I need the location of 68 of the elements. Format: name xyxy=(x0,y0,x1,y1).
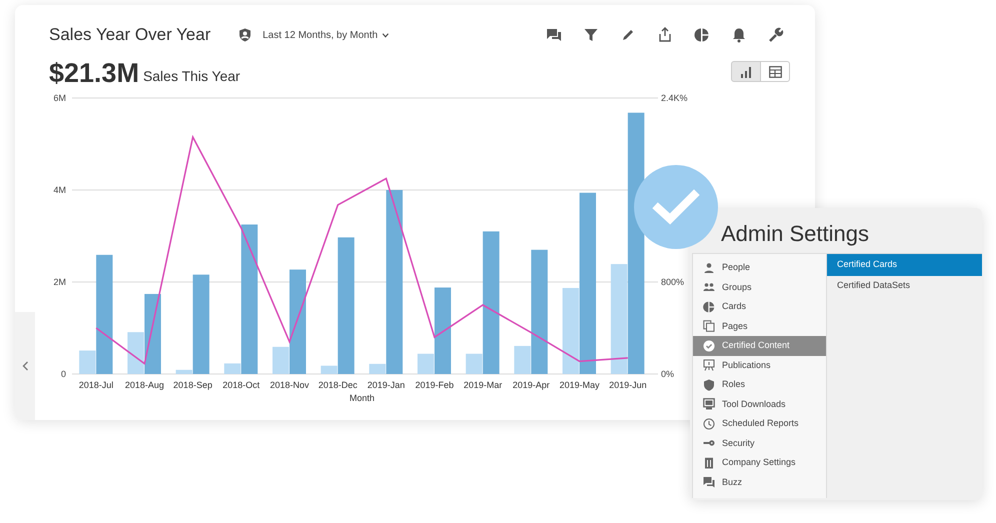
menu-item[interactable]: Publications xyxy=(693,356,826,375)
table-view-button[interactable] xyxy=(760,61,790,82)
axis-label: 2018-Sep xyxy=(173,380,212,390)
submenu-item[interactable]: Certified DataSets xyxy=(827,275,982,297)
chat-button[interactable] xyxy=(545,26,563,44)
presentation-icon xyxy=(703,359,715,372)
badge-check-icon xyxy=(703,340,715,352)
axis-label: 800% xyxy=(661,277,684,287)
axis-title: Month xyxy=(350,393,374,403)
clock-icon xyxy=(703,418,715,430)
menu-item[interactable]: Tool Downloads xyxy=(693,394,826,414)
menu-item[interactable]: Cards xyxy=(693,297,826,316)
wrench-icon xyxy=(768,27,784,43)
building-icon xyxy=(703,456,715,469)
bell-icon xyxy=(731,27,747,43)
menu-item[interactable]: Scheduled Reports xyxy=(693,414,826,434)
axis-label: 6M xyxy=(53,93,66,103)
shield-icon xyxy=(703,378,715,391)
pages-icon xyxy=(703,320,715,332)
chevron-left-icon xyxy=(22,361,28,371)
axis-label: 2018-Jul xyxy=(78,380,114,390)
submenu-item[interactable]: Certified Cards xyxy=(827,254,982,276)
chat-icon xyxy=(546,27,562,43)
filter-button[interactable] xyxy=(582,26,600,44)
axis-label: 2019-May xyxy=(559,380,600,390)
axis-label: 2018-Nov xyxy=(270,380,310,390)
shield-person-icon xyxy=(238,28,252,42)
menu-item[interactable]: People xyxy=(693,258,826,278)
summary-label: Sales This Year xyxy=(143,67,240,86)
monitor-icon xyxy=(703,398,715,410)
checkmark-badge-icon xyxy=(634,165,718,249)
axis-label: 0 xyxy=(60,369,66,379)
axis-label: 2018-Aug xyxy=(124,380,164,390)
axis-label: 2M xyxy=(53,277,66,287)
menu-item[interactable]: Security xyxy=(693,434,826,453)
axis-label: 2019-Mar xyxy=(464,380,502,390)
axis-label: 4M xyxy=(53,185,66,195)
bar-chart-icon xyxy=(740,66,752,78)
share-icon xyxy=(657,27,673,43)
table-icon xyxy=(768,66,782,78)
wrench-button[interactable] xyxy=(767,26,785,44)
menu-item[interactable]: Company Settings xyxy=(693,453,826,472)
people-icon xyxy=(703,281,715,294)
menu-item[interactable]: Pages xyxy=(693,316,826,336)
person-icon xyxy=(703,262,715,274)
axis-label: 0% xyxy=(661,369,674,379)
axis-label: 2019-Jun xyxy=(609,380,647,390)
panel-title: Admin Settings xyxy=(721,221,869,246)
axis-label: 2019-Apr xyxy=(512,380,550,390)
axis-label: 2019-Feb xyxy=(415,380,454,390)
summary-value: $21.3M xyxy=(49,60,140,87)
caret-icon xyxy=(382,32,389,38)
filter-icon xyxy=(583,27,599,43)
date-range-dropdown[interactable]: Last 12 Months, by Month xyxy=(262,28,389,42)
pie-chart-button[interactable] xyxy=(693,26,711,44)
menu-item[interactable]: Buzz xyxy=(693,472,826,492)
card-title: Sales Year Over Year xyxy=(49,24,211,46)
chat-icon xyxy=(703,476,715,488)
pie-chart-icon xyxy=(703,300,715,313)
axis-label: 2018-Oct xyxy=(222,380,260,390)
axis-label: 2.4K% xyxy=(661,93,688,103)
menu-item[interactable]: Roles xyxy=(693,375,826,394)
pencil-icon xyxy=(620,27,636,43)
menu-item[interactable]: Groups xyxy=(693,278,826,297)
chart-view-button[interactable] xyxy=(731,61,761,82)
axis-label: 2018-Dec xyxy=(318,380,358,390)
axis-label: 2019-Jan xyxy=(367,380,405,390)
pie-chart-icon xyxy=(694,27,710,43)
